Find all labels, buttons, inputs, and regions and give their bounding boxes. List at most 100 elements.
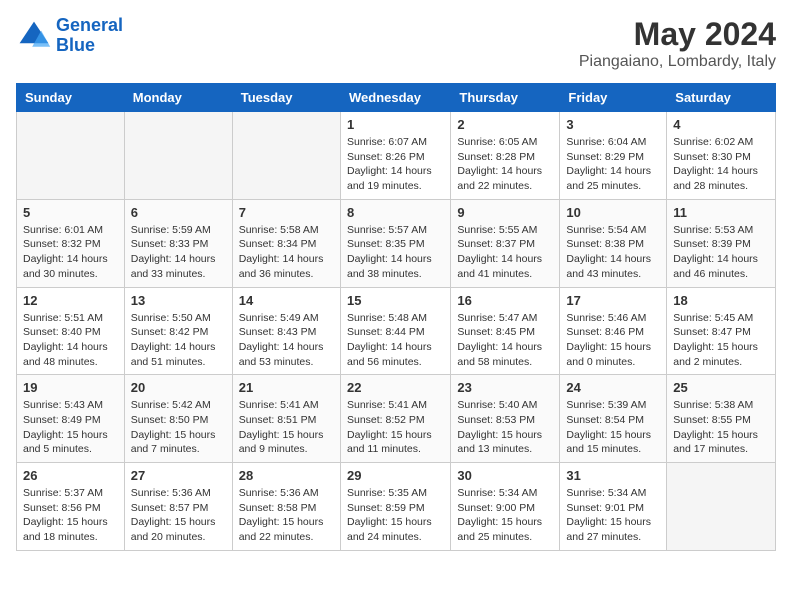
calendar-table: SundayMondayTuesdayWednesdayThursdayFrid… [16, 83, 776, 551]
day-number: 26 [23, 468, 118, 483]
day-number: 9 [457, 205, 553, 220]
day-cell: 29 Sunrise: 5:35 AM Sunset: 8:59 PM Dayli… [340, 463, 450, 551]
day-number: 27 [131, 468, 226, 483]
location-title: Piangaiano, Lombardy, Italy [579, 53, 776, 71]
day-cell: 6Sunrise: 5:59 AM Sunset: 8:33 PM Daylig… [124, 199, 232, 287]
day-cell: 9Sunrise: 5:55 AM Sunset: 8:37 PM Daylig… [451, 199, 560, 287]
day-cell: 24Sunrise: 5:39 AM Sunset: 8:54 PM Dayli… [560, 375, 667, 463]
day-info: Sunrise: 5:40 AM Sunset: 8:53 PM Dayligh… [457, 398, 553, 457]
day-info: Sunrise: 5:35 AM Sunset: 8:59 PM Dayligh… [347, 486, 444, 545]
weekday-header-friday: Friday [560, 84, 667, 112]
day-number: 22 [347, 380, 444, 395]
day-cell: 10 Sunrise: 5:54 AM Sunset: 8:38 PM Dayli… [560, 199, 667, 287]
day-cell [232, 112, 340, 200]
day-info: Sunrise: 5:39 AM Sunset: 8:54 PM Dayligh… [566, 398, 660, 457]
day-cell: 12Sunrise: 5:51 AM Sunset: 8:40 PM Dayli… [17, 287, 125, 375]
logo-line2: Blue [56, 35, 95, 55]
day-cell [124, 112, 232, 200]
day-cell: 18 Sunrise: 5:45 AM Sunset: 8:47 PM Dayli… [667, 287, 776, 375]
weekday-header-wednesday: Wednesday [340, 84, 450, 112]
day-info: Sunrise: 5:38 AM Sunset: 8:55 PM Dayligh… [673, 398, 769, 457]
day-info: Sunrise: 5:58 AM Sunset: 8:34 PM Dayligh… [239, 223, 334, 282]
day-info: Sunrise: 6:04 AM Sunset: 8:29 PM Dayligh… [566, 135, 660, 194]
day-info: Sunrise: 5:48 AM Sunset: 8:44 PM Dayligh… [347, 311, 444, 370]
weekday-header-row: SundayMondayTuesdayWednesdayThursdayFrid… [17, 84, 776, 112]
title-block: May 2024 Piangaiano, Lombardy, Italy [579, 16, 776, 71]
day-info: Sunrise: 5:42 AM Sunset: 8:50 PM Dayligh… [131, 398, 226, 457]
day-number: 2 [457, 117, 553, 132]
day-number: 16 [457, 293, 553, 308]
day-number: 17 [566, 293, 660, 308]
day-number: 12 [23, 293, 118, 308]
day-cell: 23 Sunrise: 5:40 AM Sunset: 8:53 PM Dayli… [451, 375, 560, 463]
day-number: 10 [566, 205, 660, 220]
day-cell: 21 Sunrise: 5:41 AM Sunset: 8:51 PM Dayli… [232, 375, 340, 463]
day-number: 7 [239, 205, 334, 220]
day-cell: 20Sunrise: 5:42 AM Sunset: 8:50 PM Dayli… [124, 375, 232, 463]
day-cell: 2 Sunrise: 6:05 AM Sunset: 8:28 PM Daylig… [451, 112, 560, 200]
day-number: 18 [673, 293, 769, 308]
day-cell: 1Sunrise: 6:07 AM Sunset: 8:26 PM Daylig… [340, 112, 450, 200]
day-number: 13 [131, 293, 226, 308]
day-cell: 8 Sunrise: 5:57 AM Sunset: 8:35 PM Daylig… [340, 199, 450, 287]
day-cell: 7 Sunrise: 5:58 AM Sunset: 8:34 PM Daylig… [232, 199, 340, 287]
day-number: 14 [239, 293, 334, 308]
day-cell: 27 Sunrise: 5:36 AM Sunset: 8:57 PM Dayli… [124, 463, 232, 551]
logo-icon [16, 18, 52, 54]
day-number: 5 [23, 205, 118, 220]
week-row-3: 12Sunrise: 5:51 AM Sunset: 8:40 PM Dayli… [17, 287, 776, 375]
page-header: General Blue May 2024 Piangaiano, Lombar… [16, 16, 776, 71]
day-info: Sunrise: 6:01 AM Sunset: 8:32 PM Dayligh… [23, 223, 118, 282]
day-number: 25 [673, 380, 769, 395]
day-number: 3 [566, 117, 660, 132]
day-cell: 16 Sunrise: 5:47 AM Sunset: 8:45 PM Dayli… [451, 287, 560, 375]
week-row-2: 5 Sunrise: 6:01 AM Sunset: 8:32 PM Daylig… [17, 199, 776, 287]
week-row-1: 1Sunrise: 6:07 AM Sunset: 8:26 PM Daylig… [17, 112, 776, 200]
day-number: 23 [457, 380, 553, 395]
day-number: 29 [347, 468, 444, 483]
day-info: Sunrise: 5:50 AM Sunset: 8:42 PM Dayligh… [131, 311, 226, 370]
day-info: Sunrise: 5:41 AM Sunset: 8:52 PM Dayligh… [347, 398, 444, 457]
day-number: 8 [347, 205, 444, 220]
day-number: 31 [566, 468, 660, 483]
day-info: Sunrise: 5:47 AM Sunset: 8:45 PM Dayligh… [457, 311, 553, 370]
day-number: 15 [347, 293, 444, 308]
day-info: Sunrise: 5:37 AM Sunset: 8:56 PM Dayligh… [23, 486, 118, 545]
day-cell: 25 Sunrise: 5:38 AM Sunset: 8:55 PM Dayli… [667, 375, 776, 463]
week-row-4: 19Sunrise: 5:43 AM Sunset: 8:49 PM Dayli… [17, 375, 776, 463]
weekday-header-saturday: Saturday [667, 84, 776, 112]
day-info: Sunrise: 5:43 AM Sunset: 8:49 PM Dayligh… [23, 398, 118, 457]
weekday-header-monday: Monday [124, 84, 232, 112]
day-cell: 30Sunrise: 5:34 AM Sunset: 9:00 PM Dayli… [451, 463, 560, 551]
day-cell [667, 463, 776, 551]
day-cell: 11 Sunrise: 5:53 AM Sunset: 8:39 PM Dayli… [667, 199, 776, 287]
day-cell: 26 Sunrise: 5:37 AM Sunset: 8:56 PM Dayli… [17, 463, 125, 551]
day-number: 21 [239, 380, 334, 395]
day-cell: 17 Sunrise: 5:46 AM Sunset: 8:46 PM Dayli… [560, 287, 667, 375]
day-info: Sunrise: 5:36 AM Sunset: 8:58 PM Dayligh… [239, 486, 334, 545]
day-info: Sunrise: 5:34 AM Sunset: 9:01 PM Dayligh… [566, 486, 660, 545]
weekday-header-thursday: Thursday [451, 84, 560, 112]
month-title: May 2024 [579, 16, 776, 53]
day-info: Sunrise: 5:57 AM Sunset: 8:35 PM Dayligh… [347, 223, 444, 282]
day-number: 6 [131, 205, 226, 220]
day-info: Sunrise: 5:36 AM Sunset: 8:57 PM Dayligh… [131, 486, 226, 545]
day-cell: 19Sunrise: 5:43 AM Sunset: 8:49 PM Dayli… [17, 375, 125, 463]
day-cell: 31 Sunrise: 5:34 AM Sunset: 9:01 PM Dayli… [560, 463, 667, 551]
day-info: Sunrise: 6:07 AM Sunset: 8:26 PM Dayligh… [347, 135, 444, 194]
weekday-header-tuesday: Tuesday [232, 84, 340, 112]
day-info: Sunrise: 5:54 AM Sunset: 8:38 PM Dayligh… [566, 223, 660, 282]
day-info: Sunrise: 5:41 AM Sunset: 8:51 PM Dayligh… [239, 398, 334, 457]
day-number: 11 [673, 205, 769, 220]
day-info: Sunrise: 5:45 AM Sunset: 8:47 PM Dayligh… [673, 311, 769, 370]
day-info: Sunrise: 6:02 AM Sunset: 8:30 PM Dayligh… [673, 135, 769, 194]
day-info: Sunrise: 5:53 AM Sunset: 8:39 PM Dayligh… [673, 223, 769, 282]
logo-text: General Blue [56, 16, 123, 56]
day-cell [17, 112, 125, 200]
day-number: 30 [457, 468, 553, 483]
day-info: Sunrise: 6:05 AM Sunset: 8:28 PM Dayligh… [457, 135, 553, 194]
logo-line1: General [56, 15, 123, 35]
day-cell: 4Sunrise: 6:02 AM Sunset: 8:30 PM Daylig… [667, 112, 776, 200]
day-info: Sunrise: 5:49 AM Sunset: 8:43 PM Dayligh… [239, 311, 334, 370]
day-info: Sunrise: 5:46 AM Sunset: 8:46 PM Dayligh… [566, 311, 660, 370]
